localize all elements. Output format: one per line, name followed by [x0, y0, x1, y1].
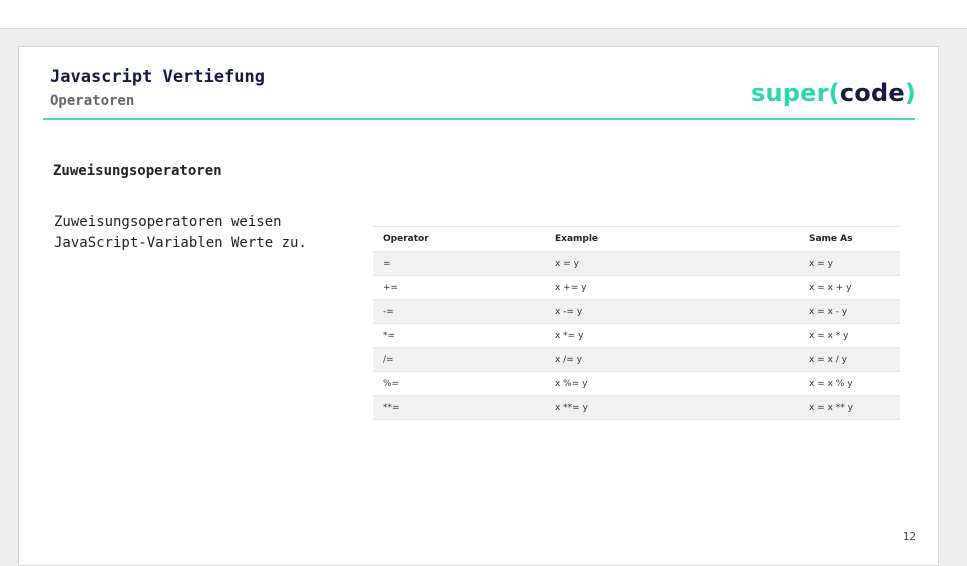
operator-cell: %=: [373, 371, 545, 396]
column-header-same-as: Same As: [799, 226, 900, 252]
section-title: Zuweisungsoperatoren: [53, 163, 222, 179]
example-cell: x -= y: [545, 299, 799, 324]
table-row: /= x /= y x = x / y: [373, 347, 900, 372]
example-cell: x += y: [545, 275, 799, 300]
logo-word: code: [839, 79, 905, 107]
example-cell: x %= y: [545, 371, 799, 396]
page-number: 12: [902, 530, 916, 543]
table-row: += x += y x = x + y: [373, 275, 900, 300]
slide-subtitle: Operatoren: [50, 93, 135, 109]
table-row: *= x *= y x = x * y: [373, 323, 900, 348]
example-cell: x /= y: [545, 347, 799, 372]
section-description: Zuweisungsoperatoren weisen JavaScript-V…: [54, 214, 307, 251]
column-header-operator: Operator: [373, 226, 545, 252]
table-row: -= x -= y x = x - y: [373, 299, 900, 324]
logo-open-paren: (: [828, 79, 840, 107]
same-as-cell: x = x + y: [799, 275, 900, 300]
operator-cell: +=: [373, 275, 545, 300]
operator-cell: **=: [373, 395, 545, 420]
logo-close-paren: ): [904, 79, 916, 107]
table-row: %= x %= y x = x % y: [373, 371, 900, 396]
slide-title: Javascript Vertiefung: [50, 67, 265, 87]
operator-cell: -=: [373, 299, 545, 324]
supercode-logo: super(code): [751, 79, 916, 107]
example-cell: x *= y: [545, 323, 799, 348]
operator-table: Operator Example Same As = x = y x = y +…: [373, 226, 900, 420]
top-bar: [0, 0, 967, 29]
table-row: **= x **= y x = x ** y: [373, 395, 900, 420]
same-as-cell: x = x * y: [799, 323, 900, 348]
same-as-cell: x = y: [799, 251, 900, 276]
same-as-cell: x = x ** y: [799, 395, 900, 420]
example-cell: x = y: [545, 251, 799, 276]
operator-cell: /=: [373, 347, 545, 372]
operator-cell: *=: [373, 323, 545, 348]
table-header-row: Operator Example Same As: [373, 226, 900, 252]
operator-cell: =: [373, 251, 545, 276]
same-as-cell: x = x / y: [799, 347, 900, 372]
logo-prefix: super: [751, 79, 829, 107]
header-divider: [43, 118, 915, 120]
same-as-cell: x = x - y: [799, 299, 900, 324]
column-header-example: Example: [545, 226, 799, 252]
example-cell: x **= y: [545, 395, 799, 420]
slide: Javascript Vertiefung Operatoren super(c…: [18, 46, 939, 566]
table-row: = x = y x = y: [373, 251, 900, 276]
same-as-cell: x = x % y: [799, 371, 900, 396]
